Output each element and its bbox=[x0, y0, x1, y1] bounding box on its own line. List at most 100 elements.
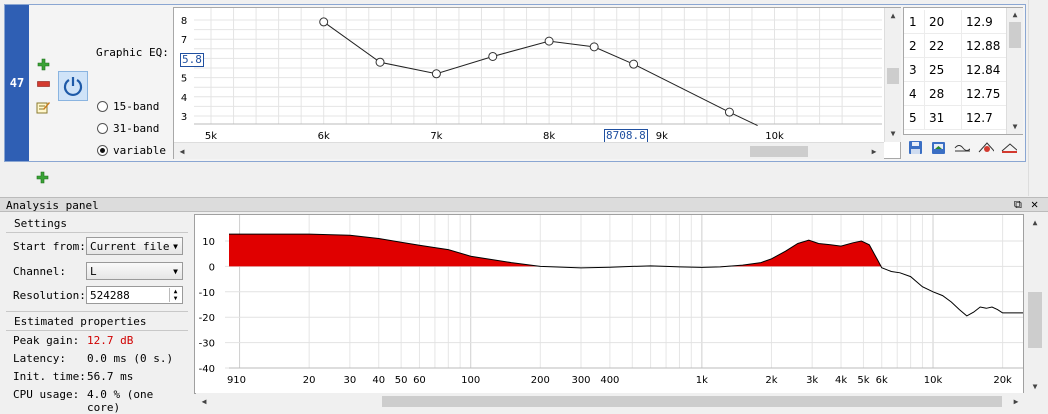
eq-control-point[interactable] bbox=[544, 36, 554, 46]
table-row[interactable]: 5 31 12.7 bbox=[904, 106, 1006, 130]
close-panel-icon[interactable]: ✕ bbox=[1031, 197, 1038, 211]
table-cell-index[interactable]: 4 bbox=[909, 87, 917, 101]
scroll-up-arrow-icon[interactable]: ▲ bbox=[885, 8, 901, 22]
edit-filter-icon[interactable] bbox=[35, 99, 51, 115]
table-row[interactable]: 4 28 12.75 bbox=[904, 82, 1006, 106]
frequency-response-svg[interactable]: 100-10-20-30-40 9 10 20 30 40 50 60 100 200 300 40… bbox=[195, 215, 1023, 393]
scroll-left-arrow-icon[interactable]: ◀ bbox=[176, 145, 188, 157]
analysis-vscroll-thumb[interactable] bbox=[1028, 292, 1042, 348]
table-column-divider bbox=[924, 106, 925, 129]
radio-15-band-label: 15-band bbox=[113, 99, 160, 113]
save-icon[interactable] bbox=[907, 139, 923, 155]
table-cell-frequency[interactable]: 20 bbox=[929, 15, 944, 29]
filter-panel: 47 Graphic EQ: 15-band 31-band variable bbox=[4, 4, 1026, 162]
response-y-tick-label: 0 bbox=[209, 262, 215, 273]
graphic-eq-label: Graphic EQ: bbox=[96, 46, 169, 59]
analysis-settings: Settings Start from: Current file ▼ Chan… bbox=[0, 212, 192, 414]
eq-x-tick-label: 10k bbox=[765, 131, 784, 142]
scroll-right-arrow-icon[interactable]: ▶ bbox=[868, 145, 880, 157]
table-column-divider bbox=[924, 34, 925, 57]
response-x-tick-label: 30 bbox=[343, 375, 356, 386]
analysis-scroll-left-arrow-icon[interactable]: ◀ bbox=[198, 395, 210, 407]
table-cell-gain[interactable]: 12.7 bbox=[966, 111, 993, 125]
analysis-horizontal-scrollbar[interactable]: ◀ ▶ bbox=[196, 393, 1026, 409]
eq-horizontal-scrollbar[interactable]: ◀ ▶ bbox=[174, 142, 884, 159]
radio-15-band-circle[interactable] bbox=[97, 100, 108, 112]
peak-gain-value: 12.7 dB bbox=[87, 334, 134, 347]
eq-control-point[interactable] bbox=[629, 59, 639, 69]
flatten-icon[interactable] bbox=[954, 139, 970, 155]
radio-variable-circle[interactable] bbox=[97, 144, 108, 156]
table-cell-frequency[interactable]: 31 bbox=[929, 111, 944, 125]
eq-points-table[interactable]: 1 20 12.9 2 22 12.88 3 25 12.84 4 28 12.75 5 31 12.7 ▲… bbox=[903, 7, 1023, 135]
table-cell-gain[interactable]: 12.88 bbox=[966, 39, 1000, 53]
analysis-scroll-right-arrow-icon[interactable]: ▶ bbox=[1010, 395, 1022, 407]
radio-31-band[interactable]: 31-band bbox=[97, 119, 166, 137]
eq-control-point[interactable] bbox=[319, 17, 329, 27]
table-cell-frequency[interactable]: 22 bbox=[929, 39, 944, 53]
eq-control-point[interactable] bbox=[589, 42, 599, 52]
add-new-filter-icon[interactable] bbox=[34, 169, 50, 185]
radio-15-band[interactable]: 15-band bbox=[97, 97, 166, 115]
table-cell-index[interactable]: 2 bbox=[909, 39, 917, 53]
remove-filter-icon[interactable] bbox=[35, 76, 51, 92]
eq-y-tick-label: 7 bbox=[181, 35, 187, 46]
response-x-tick-label: 3k bbox=[806, 375, 818, 386]
table-scroll-down-arrow-icon[interactable]: ▼ bbox=[1007, 120, 1023, 132]
eq-control-point[interactable] bbox=[488, 51, 498, 61]
response-x-tick-label: 6k bbox=[876, 375, 888, 386]
eq-control-point[interactable] bbox=[375, 57, 385, 67]
eq-x-tick-label: 6k bbox=[318, 131, 330, 142]
eq-vertical-scrollbar[interactable]: ▲ ▼ bbox=[884, 8, 901, 142]
add-filter-icon[interactable] bbox=[35, 56, 51, 72]
eq-x-tick-label: 5k bbox=[205, 131, 217, 142]
restore-window-icon[interactable]: ⧉ bbox=[1014, 198, 1022, 212]
eq-control-point[interactable] bbox=[431, 69, 441, 79]
power-toggle-button[interactable] bbox=[58, 71, 88, 101]
table-vscroll-thumb[interactable] bbox=[1009, 22, 1021, 48]
eq-vscroll-thumb[interactable] bbox=[887, 68, 899, 84]
eq-y-tick-label: 4 bbox=[181, 93, 187, 104]
channel-chevron-down-icon[interactable]: ▼ bbox=[173, 267, 178, 276]
table-row[interactable]: 3 25 12.84 bbox=[904, 58, 1006, 82]
table-row[interactable]: 2 22 12.88 bbox=[904, 34, 1006, 58]
main-vertical-scrollbar[interactable] bbox=[1028, 0, 1047, 196]
analysis-scroll-down-arrow-icon[interactable]: ▼ bbox=[1028, 380, 1042, 392]
invert-response-icon[interactable] bbox=[978, 139, 994, 155]
table-cell-index[interactable]: 3 bbox=[909, 63, 917, 77]
channel-select[interactable]: L ▼ bbox=[86, 262, 183, 280]
radio-31-band-circle[interactable] bbox=[97, 122, 108, 134]
resolution-spinbox[interactable]: 524288 ▲ ▼ bbox=[86, 286, 183, 304]
analysis-vertical-scrollbar[interactable]: ▲ ▼ bbox=[1024, 214, 1046, 394]
table-vertical-scrollbar[interactable]: ▲ ▼ bbox=[1006, 8, 1023, 134]
channel-label: Channel: bbox=[13, 265, 66, 278]
scroll-down-arrow-icon[interactable]: ▼ bbox=[885, 126, 901, 140]
resolution-stepper-arrows-icon[interactable]: ▲ ▼ bbox=[169, 288, 181, 302]
graphic-eq-editor[interactable]: 876543 5k6k7k8k9k10k 5.8 8708.8 ▲ ▼ ◀ ▶ bbox=[173, 7, 901, 159]
import-icon[interactable] bbox=[930, 139, 946, 155]
table-cell-index[interactable]: 1 bbox=[909, 15, 917, 29]
radio-variable[interactable]: variable bbox=[97, 141, 166, 159]
start-from-chevron-down-icon[interactable]: ▼ bbox=[173, 242, 178, 251]
response-x-tick-label: 400 bbox=[600, 375, 619, 386]
mode-radio-group: 15-band 31-band variable bbox=[97, 97, 166, 159]
table-cell-frequency[interactable]: 25 bbox=[929, 63, 944, 77]
eq-control-point[interactable] bbox=[724, 107, 734, 117]
filter-index: 47 bbox=[5, 5, 29, 161]
table-row[interactable]: 1 20 12.9 bbox=[904, 10, 1006, 34]
table-cell-gain[interactable]: 12.75 bbox=[966, 87, 1000, 101]
table-scroll-up-arrow-icon[interactable]: ▲ bbox=[1007, 8, 1023, 20]
frequency-response-chart[interactable]: 10 0 -10 -20 -30 -40 9 10 20 30 40 50 60 100 200 300 40… bbox=[194, 214, 1024, 394]
eq-gain-value-box[interactable]: 5.8 bbox=[180, 53, 204, 67]
analysis-hscroll-thumb[interactable] bbox=[382, 396, 1002, 407]
table-cell-frequency[interactable]: 28 bbox=[929, 87, 944, 101]
analysis-scroll-up-arrow-icon[interactable]: ▲ bbox=[1028, 216, 1042, 228]
eq-hscroll-thumb[interactable] bbox=[750, 146, 808, 157]
start-from-select[interactable]: Current file ▼ bbox=[86, 237, 183, 255]
graphic-eq-plot[interactable]: 876543 5k6k7k8k9k10k bbox=[174, 8, 900, 158]
table-cell-gain[interactable]: 12.84 bbox=[966, 63, 1000, 77]
eq-freq-value-box[interactable]: 8708.8 bbox=[604, 129, 648, 143]
normalize-icon[interactable] bbox=[1001, 139, 1017, 155]
table-cell-index[interactable]: 5 bbox=[909, 111, 917, 125]
table-cell-gain[interactable]: 12.9 bbox=[966, 15, 993, 29]
